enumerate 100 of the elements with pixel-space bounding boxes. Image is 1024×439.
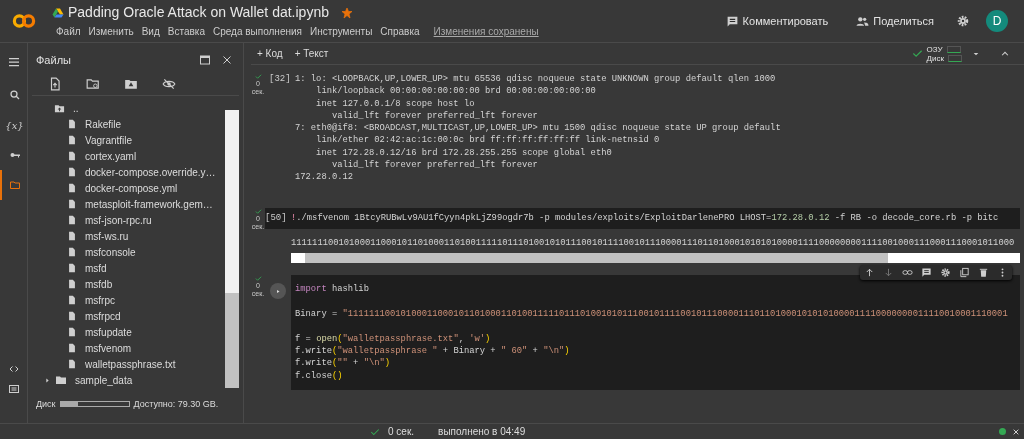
file-row[interactable]: msf-ws.ru: [44, 228, 225, 244]
file-icon: [67, 294, 77, 306]
close-icon[interactable]: [221, 54, 233, 66]
file-row[interactable]: ..: [44, 100, 225, 116]
file-icon: [67, 326, 77, 338]
folder-icon: [55, 374, 67, 386]
disk-available: Доступно: 79.30 GB.: [133, 397, 219, 411]
file-icon: [67, 166, 77, 178]
file-icon: [67, 230, 77, 242]
menu-item[interactable]: Вставка: [163, 24, 209, 39]
copy-icon[interactable]: [959, 267, 970, 279]
code-line: import hashlib: [295, 283, 370, 296]
menu-item[interactable]: Вид: [137, 24, 164, 39]
code-line: f.close(): [295, 369, 344, 382]
file-icon: [67, 198, 77, 210]
file-row[interactable]: walletpassphrase.txt: [44, 356, 225, 372]
output-line: inet 172.28.0.12/16 brd 172.28.255.255 scope global eth0: [315, 146, 613, 160]
menu-item[interactable]: Среда выполнения: [208, 24, 306, 39]
code-line: f = open("walletpassphrase.txt", 'w'): [295, 332, 492, 345]
file-row[interactable]: docker-compose.override.y…: [44, 164, 225, 180]
window-icon[interactable]: [199, 54, 211, 66]
play-icon: [276, 287, 280, 295]
people-icon: [856, 14, 870, 28]
output-line: 1: lo: <LOOPBACK,UP,LOWER_UP> mtu 65536 qdisc noqueue state UNKNOWN group default qlen 1000: [295, 73, 777, 86]
output-line: link/ether 02:42:ac:1c:00:0c brd ff:ff:ff:ff:ff:ff link-netnsid 0: [315, 134, 661, 147]
output-line: 11111110010100011000101101000110100111110111010010101110010111100101110000111011010001010101000011110000000011110010001110001110001011000: [291, 237, 1016, 250]
execution-count: [32]: [269, 73, 292, 86]
file-icon: [67, 262, 77, 274]
horizontal-scrollbar[interactable]: [291, 253, 1020, 264]
avatar[interactable]: D: [986, 10, 1008, 32]
file-row[interactable]: msfrpcd: [44, 308, 225, 324]
close-icon[interactable]: [1012, 427, 1020, 436]
terminal-icon[interactable]: [7, 383, 20, 395]
file-icon: [67, 358, 77, 370]
file-icon: [67, 150, 77, 162]
code-line: !./msfvenom 1BtcyRUBwLv9AU1fCyyn4pkLjZ99ogdr7b -p modules/exploits/ExploitDarlenePRO LHOST=172.28.0.12 -f RB -o decode_core.rb -p bitc: [291, 212, 999, 225]
file-row[interactable]: sample_data: [44, 372, 225, 388]
file-row[interactable]: msfvenom: [44, 340, 225, 356]
menu-item[interactable]: Инструменты: [305, 24, 377, 39]
file-tool-button[interactable]: [86, 77, 100, 91]
output-line: valid_lft forever preferred_lft forever: [330, 159, 539, 172]
file-tool-button[interactable]: [162, 77, 176, 91]
folder-up-icon: [54, 102, 65, 114]
file-row[interactable]: msfd: [44, 260, 225, 276]
file-row[interactable]: msfrpc: [44, 292, 225, 308]
execution-count: [50]: [265, 211, 288, 225]
action-button[interactable]: Поделиться: [850, 11, 940, 31]
file-row[interactable]: metasploit-framework.gem…: [44, 196, 225, 212]
star-icon[interactable]: [340, 6, 353, 19]
disk-label: Диск: [36, 397, 56, 411]
file-row[interactable]: msfupdate: [44, 324, 225, 340]
notebook-title: Padding Oracle Attack on Wallet dat.ipynb: [68, 3, 329, 22]
status-message: выполнено в 04:49: [438, 425, 526, 439]
file-icon: [67, 134, 77, 146]
file-row[interactable]: msf-json-rpc.ru: [44, 212, 225, 228]
output-line: valid_lft forever preferred_lft forever: [330, 109, 539, 123]
folder-icon: [8, 179, 21, 191]
settings-icon[interactable]: [940, 267, 951, 279]
file-icon: [67, 342, 77, 354]
comment-icon[interactable]: [921, 267, 932, 279]
search-icon: [8, 89, 21, 101]
file-row[interactable]: cortex.yaml: [44, 148, 225, 164]
menu-icon[interactable]: [7, 56, 20, 68]
output-line: 7: eth0@if8: <BROADCAST,MULTICAST,UP,LOWER_UP> mtu 1500 qdisc noqueue state UP group default: [295, 122, 781, 135]
action-button[interactable]: Комментировать: [719, 11, 835, 31]
file-icon: [67, 310, 77, 322]
output-line: inet 127.0.0.1/8 scope host lo: [315, 97, 476, 110]
file-tool-button[interactable]: [48, 77, 62, 91]
file-icon: [67, 246, 77, 258]
scrollbar[interactable]: [225, 110, 239, 388]
drive-icon: [52, 6, 64, 19]
file-tool-button[interactable]: [124, 77, 138, 91]
trash-icon[interactable]: [978, 267, 989, 279]
file-icon: [67, 278, 77, 290]
status-time: 0 сек.: [388, 425, 415, 439]
file-row[interactable]: Rakefile: [44, 116, 225, 132]
check-icon: [254, 73, 262, 80]
file-row[interactable]: msfconsole: [44, 244, 225, 260]
comment-icon: [725, 14, 739, 28]
menu-item[interactable]: Справка: [376, 24, 424, 39]
file-row[interactable]: docker-compose.yml: [44, 180, 225, 196]
panel-title: Файлы: [36, 52, 72, 68]
file-row[interactable]: msfdb: [44, 276, 225, 292]
add-cell-button[interactable]: + Код: [251, 45, 289, 62]
output-line: 172.28.0.12: [295, 171, 355, 184]
menu-item[interactable]: Изменить: [84, 24, 138, 39]
arrow-up-icon[interactable]: [864, 267, 875, 279]
menu-item[interactable]: Файл: [52, 24, 85, 39]
settings-icon[interactable]: [956, 14, 970, 28]
save-status-link[interactable]: Изменения сохранены: [427, 23, 545, 40]
check-icon: [254, 275, 262, 283]
rail-button[interactable]: {x}: [0, 110, 28, 140]
file-row[interactable]: Vagrantfile: [44, 132, 225, 148]
check-icon: [370, 426, 380, 437]
code-editor[interactable]: [291, 275, 1020, 390]
resource-button[interactable]: ОЗУ Диск: [926, 44, 962, 63]
code-line: f.write("" + "\n"): [295, 357, 392, 370]
code-line: f.write("walletpassphrase " + Binary + " 60" + "\n"): [295, 344, 571, 358]
arrow-down-icon[interactable]: [883, 267, 894, 279]
add-cell-button[interactable]: + Текст: [288, 45, 335, 62]
